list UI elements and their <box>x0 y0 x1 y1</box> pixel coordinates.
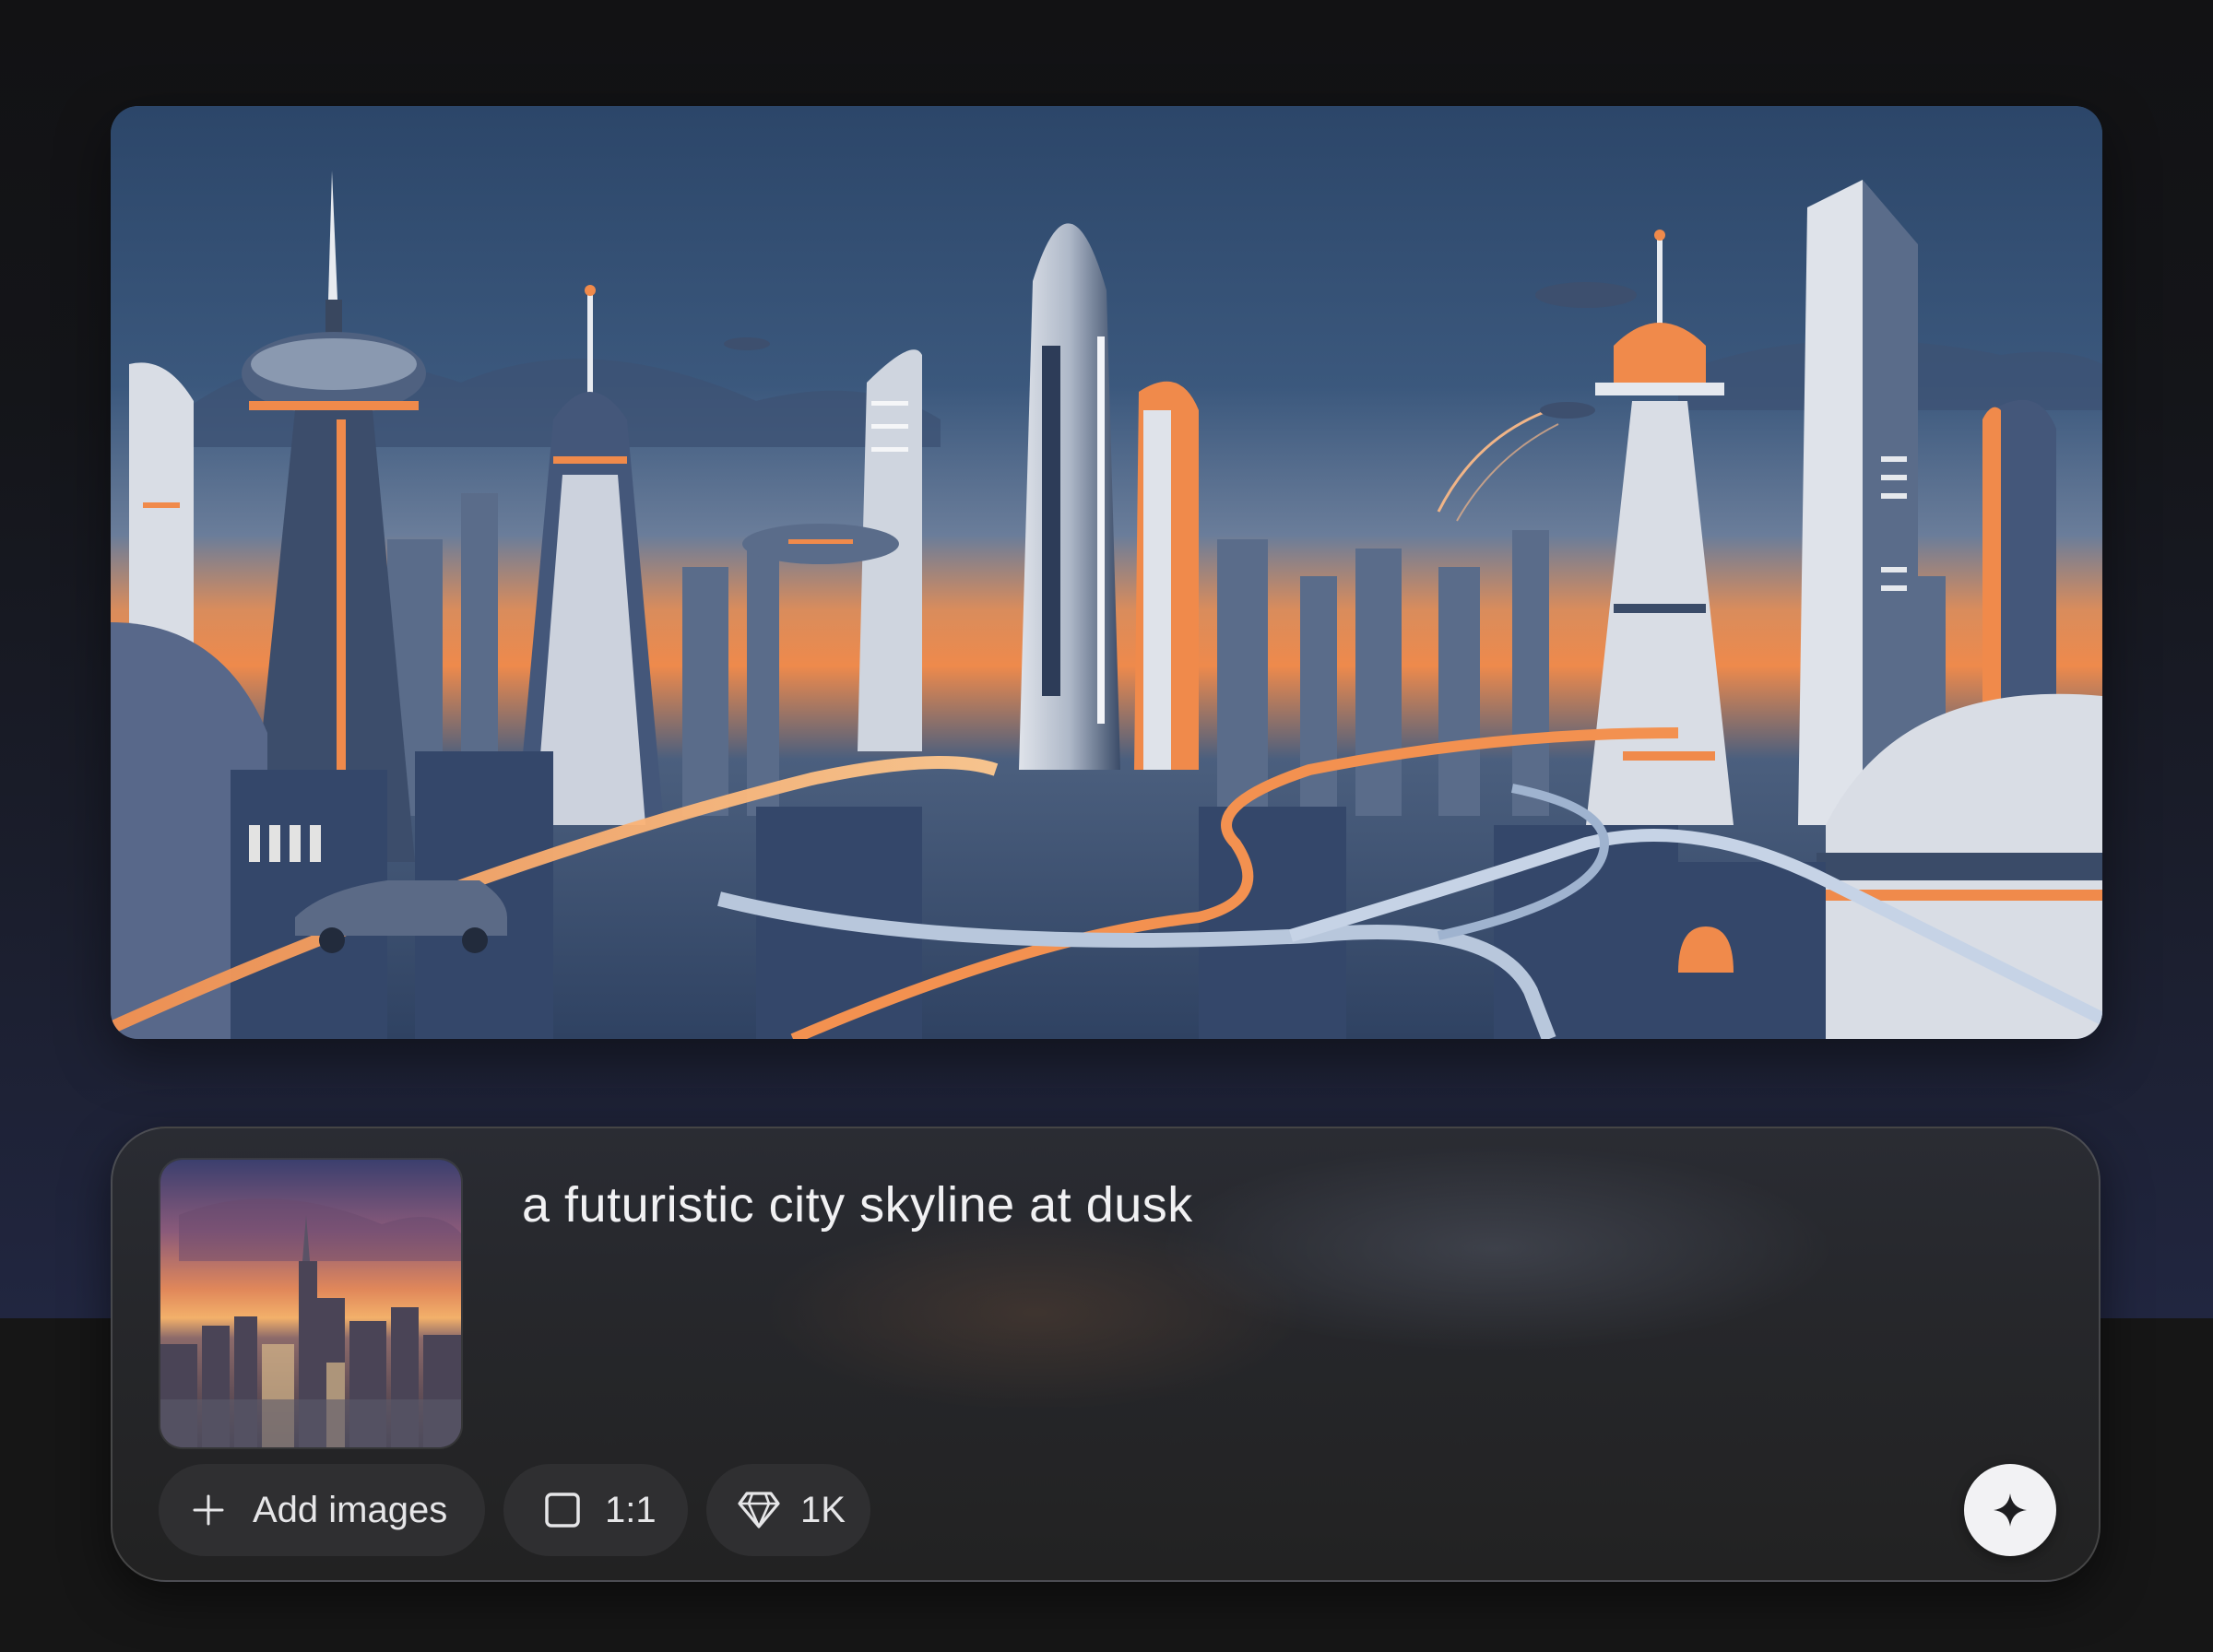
plus-icon <box>192 1493 225 1527</box>
square-icon <box>544 1492 581 1528</box>
diamond-icon <box>738 1491 780 1529</box>
quality-label: 1K <box>800 1489 846 1530</box>
reference-image-thumbnail[interactable] <box>159 1158 463 1449</box>
prompt-composer: a futuristic city skyline at dusk Add im… <box>111 1127 2101 1582</box>
add-images-label: Add images <box>253 1489 448 1530</box>
futuristic-city-illustration <box>111 106 2102 1039</box>
aspect-ratio-label: 1:1 <box>605 1489 657 1530</box>
add-images-button[interactable]: Add images <box>159 1464 485 1556</box>
generated-image[interactable] <box>111 106 2102 1039</box>
sparkle-icon <box>1994 1493 2027 1527</box>
generate-button[interactable] <box>1964 1464 2056 1556</box>
quality-button[interactable]: 1K <box>706 1464 870 1556</box>
city-photo <box>160 1160 461 1447</box>
aspect-ratio-button[interactable]: 1:1 <box>503 1464 688 1556</box>
prompt-text[interactable]: a futuristic city skyline at dusk <box>522 1173 1997 1237</box>
